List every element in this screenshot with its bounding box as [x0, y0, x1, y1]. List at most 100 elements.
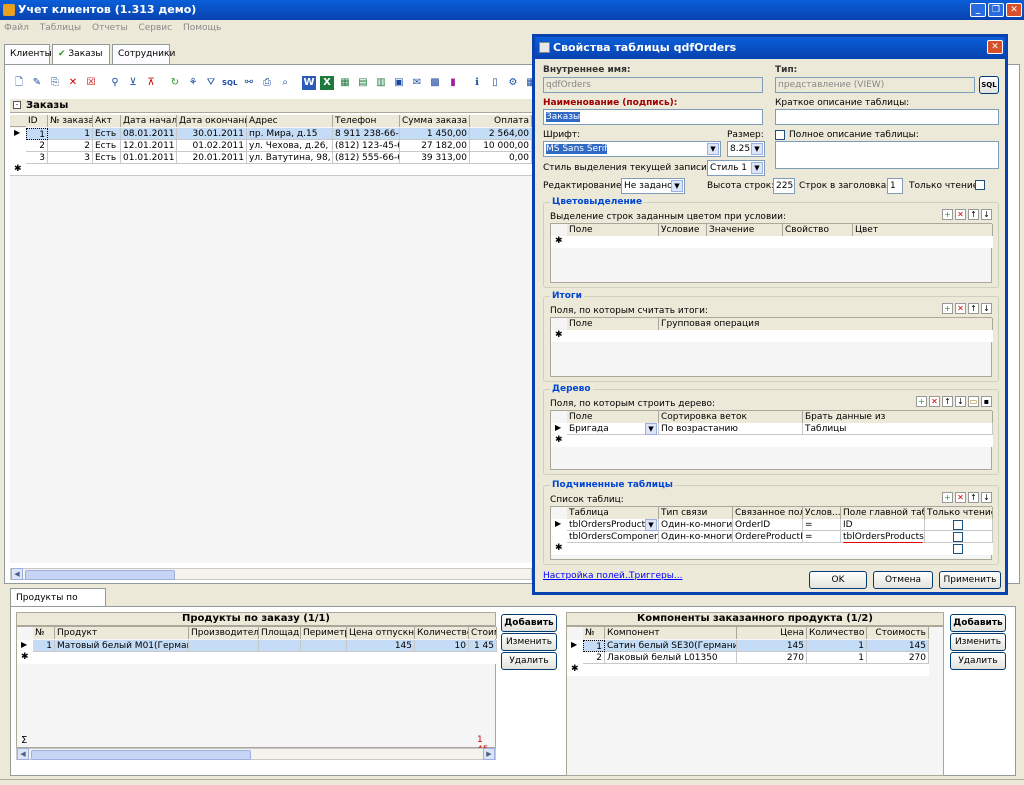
- readonly-checkbox[interactable]: [953, 544, 963, 554]
- apply-button[interactable]: Применить: [939, 571, 1001, 589]
- table-row[interactable]: 2 Лаковый белый L01350 270 1 270: [567, 652, 929, 664]
- delete-all-icon[interactable]: ☒: [84, 76, 98, 90]
- email-icon[interactable]: ✉: [410, 76, 424, 90]
- arrow-up-icon[interactable]: ↑: [942, 396, 953, 407]
- row-height-field[interactable]: 225: [773, 178, 795, 194]
- calc-icon[interactable]: ▩: [428, 76, 442, 90]
- chevron-down-icon[interactable]: ▼: [645, 519, 657, 531]
- components-delete-button[interactable]: Удалить: [950, 652, 1006, 670]
- full-desc-checkbox[interactable]: [775, 130, 785, 140]
- print-icon[interactable]: ⎙: [260, 76, 274, 90]
- font-combo[interactable]: MS Sans Serif ▼: [543, 141, 721, 157]
- new-row[interactable]: ✱: [10, 164, 532, 176]
- save-icon[interactable]: ▪: [981, 396, 992, 407]
- readonly-checkbox[interactable]: [975, 180, 985, 190]
- add-icon[interactable]: +: [942, 492, 953, 503]
- remove-icon[interactable]: ✕: [955, 492, 966, 503]
- products-add-button[interactable]: Добавить: [501, 614, 557, 632]
- scroll-left-icon[interactable]: ◀: [17, 748, 29, 760]
- preview-icon[interactable]: ⌕: [278, 76, 292, 90]
- sql-icon[interactable]: SQL: [222, 76, 237, 90]
- arrow-down-icon[interactable]: ↓: [981, 492, 992, 503]
- short-desc-field[interactable]: [775, 109, 999, 125]
- maximize-button[interactable]: ❐: [988, 3, 1004, 17]
- table-row[interactable]: 2 2 Есть 12.01.2011 01.02.2011 ул. Чехов…: [10, 140, 532, 152]
- full-desc-field[interactable]: [775, 141, 999, 169]
- components-edit-button[interactable]: Изменить: [950, 633, 1006, 651]
- settings-icon[interactable]: ⚙: [506, 76, 520, 90]
- remove-icon[interactable]: ✕: [929, 396, 940, 407]
- style-combo[interactable]: Стиль 1 ▼: [707, 160, 765, 176]
- editing-combo[interactable]: Не задано ▼: [621, 178, 685, 194]
- chevron-down-icon[interactable]: ▼: [645, 423, 657, 435]
- remove-icon[interactable]: ✕: [955, 303, 966, 314]
- tab-clients[interactable]: Клиенты: [4, 44, 52, 64]
- chart-icon[interactable]: ▮: [446, 76, 460, 90]
- table-row[interactable]: ▶ tblOrdersProducts ▼ Один-ко-многим Ord…: [551, 519, 993, 531]
- readonly-checkbox[interactable]: [953, 520, 963, 530]
- export2-icon[interactable]: ▤: [356, 76, 370, 90]
- filter-clear-icon[interactable]: ⊻: [126, 76, 140, 90]
- table-row[interactable]: ▶ 1 Сатин белый SE30(Германия) 145 1 145: [567, 640, 929, 652]
- caption-field[interactable]: Заказы: [543, 109, 763, 125]
- col-order-no[interactable]: № заказа: [48, 115, 93, 127]
- menu-service[interactable]: Сервис: [138, 23, 172, 33]
- components-add-button[interactable]: Добавить: [950, 614, 1006, 632]
- ok-button[interactable]: OK: [809, 571, 867, 589]
- arrow-up-icon[interactable]: ↑: [968, 303, 979, 314]
- menu-help[interactable]: Помощь: [183, 23, 221, 33]
- table-row[interactable]: tblOrdersComponents Один-ко-многим Order…: [551, 531, 993, 543]
- sql-button[interactable]: SQL: [979, 76, 999, 94]
- scroll-left-icon[interactable]: ◀: [11, 568, 23, 580]
- tab-orders[interactable]: ✔ Заказы: [52, 44, 110, 65]
- tree-icon[interactable]: ⚘: [186, 76, 200, 90]
- arrow-down-icon[interactable]: ↓: [981, 303, 992, 314]
- refresh-icon[interactable]: ↻: [168, 76, 182, 90]
- chevron-down-icon[interactable]: ▼: [671, 180, 683, 192]
- copy-icon[interactable]: ⎘: [48, 76, 62, 90]
- table-row[interactable]: ▶ 1 1 Есть 08.01.2011 30.01.2011 пр. Мир…: [10, 128, 532, 140]
- filter-funnel-icon[interactable]: ⛛: [204, 76, 218, 90]
- excel-icon[interactable]: X: [320, 76, 334, 90]
- minimize-button[interactable]: _: [970, 3, 986, 17]
- orders-hscrollbar[interactable]: ◀: [10, 568, 532, 580]
- info-icon[interactable]: ℹ: [470, 76, 484, 90]
- add-icon[interactable]: +: [942, 209, 953, 220]
- menu-reports[interactable]: Отчеты: [92, 23, 128, 33]
- chevron-down-icon[interactable]: ▼: [707, 143, 719, 155]
- products-hscrollbar[interactable]: ◀ ▶: [16, 748, 496, 760]
- new-row[interactable]: ✱: [551, 543, 993, 555]
- new-row[interactable]: ✱: [567, 664, 929, 676]
- filter-remove-icon[interactable]: ⊼: [144, 76, 158, 90]
- add-icon[interactable]: +: [916, 396, 927, 407]
- new-row[interactable]: ✱: [551, 236, 993, 248]
- dialog-close-button[interactable]: ✕: [987, 40, 1003, 54]
- arrow-down-icon[interactable]: ↓: [981, 209, 992, 220]
- menu-tables[interactable]: Таблицы: [40, 23, 81, 33]
- col-start[interactable]: Дата начала: [121, 115, 177, 127]
- columns-icon[interactable]: ▯: [488, 76, 502, 90]
- col-end[interactable]: Дата окончания: [177, 115, 247, 127]
- size-combo[interactable]: 8.25 ▼: [727, 141, 765, 157]
- cancel-button[interactable]: Отмена: [873, 571, 933, 589]
- arrow-up-icon[interactable]: ↑: [968, 492, 979, 503]
- col-payment[interactable]: Оплата: [470, 115, 532, 127]
- tab-employees[interactable]: Сотрудники: [112, 44, 175, 64]
- folder-icon[interactable]: ▭: [968, 396, 979, 407]
- readonly-checkbox[interactable]: [953, 532, 963, 542]
- edit-pencil-icon[interactable]: ✎: [30, 76, 44, 90]
- col-address[interactable]: Адрес: [247, 115, 333, 127]
- table-row[interactable]: 3 3 Есть 01.01.2011 20.01.2011 ул. Ватут…: [10, 152, 532, 164]
- remove-icon[interactable]: ✕: [955, 209, 966, 220]
- col-act[interactable]: Акт: [93, 115, 121, 127]
- html-icon[interactable]: ▣: [392, 76, 406, 90]
- orders-collapse-icon[interactable]: -: [13, 101, 21, 109]
- export-icon[interactable]: ▦: [338, 76, 352, 90]
- export3-icon[interactable]: ▥: [374, 76, 388, 90]
- new-record-icon[interactable]: 🗋: [12, 76, 26, 90]
- close-button[interactable]: ✕: [1006, 3, 1022, 17]
- triggers-link[interactable]: Триггеры...: [629, 571, 682, 581]
- chevron-down-icon[interactable]: ▼: [751, 162, 763, 174]
- products-delete-button[interactable]: Удалить: [501, 652, 557, 670]
- new-row[interactable]: ✱: [17, 652, 497, 664]
